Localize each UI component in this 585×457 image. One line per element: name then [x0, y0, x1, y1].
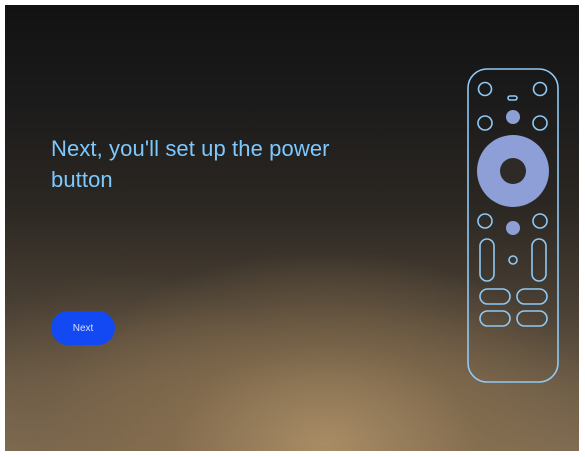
top-right-button: [532, 81, 548, 97]
dpad-center-button: [500, 158, 526, 184]
home-button: [532, 115, 548, 131]
page-title: Next, you'll set up the power button: [51, 136, 330, 192]
shortcut-button-1: [479, 288, 511, 305]
tv-remote-icon: [467, 68, 559, 383]
left-side-button: [477, 213, 493, 229]
next-button[interactable]: Next: [51, 311, 115, 345]
top-left-button: [477, 81, 493, 97]
shortcut-button-3: [479, 310, 511, 327]
back-button: [477, 115, 493, 131]
mute-button: [508, 255, 518, 265]
power-highlight-dot: [506, 221, 520, 235]
shortcut-button-2: [516, 288, 548, 305]
setup-screen: Next, you'll set up the power button Nex…: [5, 5, 579, 451]
volume-rocker: [479, 238, 495, 282]
assistant-button: [506, 110, 520, 124]
right-side-button: [532, 213, 548, 229]
shortcut-button-4: [516, 310, 548, 327]
microphone-indicator: [507, 95, 518, 101]
channel-rocker: [531, 238, 547, 282]
